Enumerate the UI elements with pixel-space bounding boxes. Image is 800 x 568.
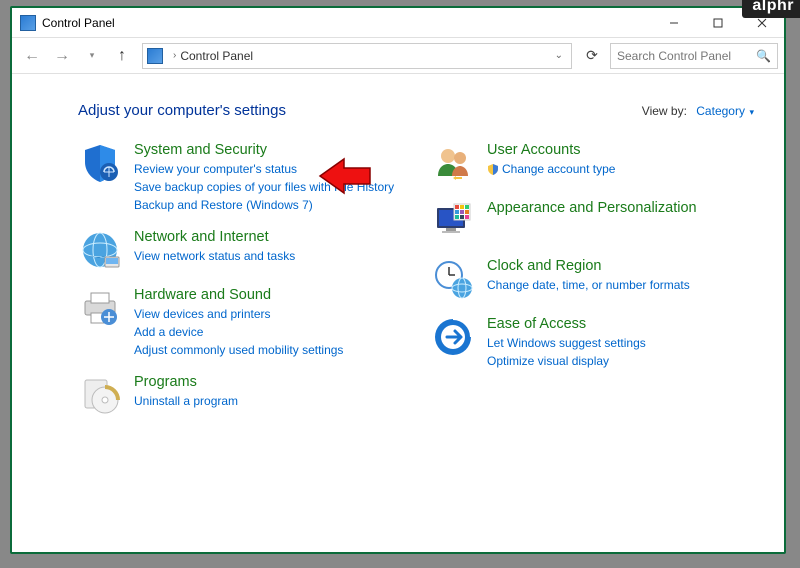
navbar: ← → ▾ ↑ › Control Panel ⌄ ⟳ Search Contr… [12, 38, 784, 74]
address-bar[interactable]: › Control Panel ⌄ [142, 43, 572, 69]
sub-link[interactable]: Let Windows suggest settings [487, 334, 646, 352]
sub-link[interactable]: Adjust commonly used mobility settings [134, 341, 343, 359]
chevron-down-icon[interactable]: ⌄ [551, 50, 567, 61]
window-title: Control Panel [42, 16, 652, 30]
globe-icon [78, 228, 122, 272]
control-panel-window: Control Panel ← → ▾ ↑ › Control Panel ⌄ … [12, 8, 784, 552]
category-clock-and-region: Clock and Region Change date, time, or n… [431, 257, 754, 301]
category-user-accounts: User Accounts Change account type [431, 141, 754, 185]
watermark-badge: alphr [742, 0, 800, 18]
category-programs: Programs Uninstall a program [78, 373, 401, 417]
category-link[interactable]: Hardware and Sound [134, 286, 343, 305]
titlebar: Control Panel [12, 8, 784, 38]
sub-link[interactable]: Add a device [134, 323, 343, 341]
search-input[interactable]: Search Control Panel 🔍 [610, 43, 778, 69]
page-title: Adjust your computer's settings [78, 102, 642, 119]
category-network-and-internet: Network and Internet View network status… [78, 228, 401, 272]
category-appearance-and-personalization: Appearance and Personalization [431, 199, 754, 243]
view-by-control: View by: Category ▾ [642, 104, 754, 118]
sub-link[interactable]: Change account type [502, 160, 615, 178]
category-link[interactable]: Programs [134, 373, 238, 392]
sub-link[interactable]: View devices and printers [134, 305, 343, 323]
category-link[interactable]: Clock and Region [487, 257, 690, 276]
monitor-palette-icon [431, 199, 475, 243]
ease-of-access-icon [431, 315, 475, 359]
forward-button[interactable]: → [48, 42, 76, 70]
shield-icon [78, 141, 122, 185]
search-placeholder: Search Control Panel [617, 49, 731, 63]
recent-dropdown[interactable]: ▾ [78, 42, 106, 70]
sub-link[interactable]: Uninstall a program [134, 392, 238, 410]
printer-icon [78, 286, 122, 330]
sub-link[interactable]: Optimize visual display [487, 352, 646, 370]
view-by-dropdown[interactable]: Category ▾ [696, 104, 754, 118]
back-button[interactable]: ← [18, 42, 46, 70]
category-link[interactable]: User Accounts [487, 141, 615, 160]
sub-link[interactable]: Backup and Restore (Windows 7) [134, 196, 394, 214]
chevron-down-icon: ▾ [747, 107, 754, 117]
chevron-right-icon: › [173, 50, 176, 61]
view-by-label: View by: [642, 104, 687, 118]
arrow-callout-icon [318, 157, 372, 195]
sub-link[interactable]: Change date, time, or number formats [487, 276, 690, 294]
refresh-button[interactable]: ⟳ [578, 42, 606, 70]
clock-globe-icon [431, 257, 475, 301]
content-area: Adjust your computer's settings View by:… [12, 74, 784, 552]
category-link[interactable]: Appearance and Personalization [487, 199, 697, 218]
search-icon[interactable]: 🔍 [756, 49, 771, 63]
disc-icon [78, 373, 122, 417]
shield-badge-icon [487, 163, 499, 175]
up-button[interactable]: ↑ [108, 42, 136, 70]
category-link[interactable]: Ease of Access [487, 315, 646, 334]
users-icon [431, 141, 475, 185]
minimize-button[interactable] [652, 9, 696, 37]
maximize-button[interactable] [696, 9, 740, 37]
app-icon [20, 15, 36, 31]
category-link[interactable]: Network and Internet [134, 228, 295, 247]
breadcrumb[interactable]: Control Panel [180, 49, 253, 63]
category-hardware-and-sound: Hardware and Sound View devices and prin… [78, 286, 401, 359]
control-panel-icon [147, 48, 163, 64]
sub-link[interactable]: View network status and tasks [134, 247, 295, 265]
right-column: User Accounts Change account type Appear… [431, 141, 754, 417]
category-ease-of-access: Ease of Access Let Windows suggest setti… [431, 315, 754, 370]
